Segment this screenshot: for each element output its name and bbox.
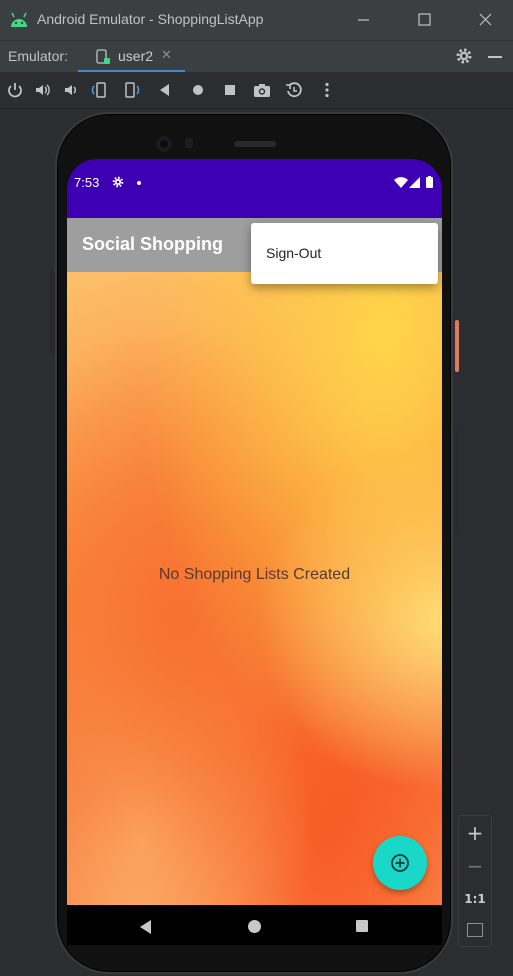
zoom-actual-size-button[interactable]: 1:1: [459, 892, 491, 906]
snapshot-icon[interactable]: [285, 81, 303, 99]
nav-back-icon[interactable]: [140, 920, 151, 934]
minimize-window-button[interactable]: [350, 8, 376, 32]
nav-home-icon[interactable]: [248, 920, 261, 933]
rotate-left-icon[interactable]: [90, 81, 108, 99]
emulator-label: Emulator:: [8, 48, 68, 64]
tab-user2[interactable]: user2 ✕: [78, 41, 185, 73]
rotate-right-icon[interactable]: [123, 81, 141, 99]
back-icon[interactable]: [156, 81, 174, 99]
status-time: 7:53: [74, 175, 100, 190]
gear-icon[interactable]: [455, 47, 473, 65]
close-window-button[interactable]: [472, 8, 498, 32]
navigation-bar: [67, 905, 442, 945]
screenshot-icon[interactable]: [253, 81, 271, 99]
overview-icon[interactable]: [221, 81, 239, 99]
emulator-tab-row: Emulator: user2 ✕: [0, 40, 513, 73]
power-side-button[interactable]: [455, 320, 459, 372]
maximize-icon: [418, 13, 431, 26]
window-title: Android Emulator - ShoppingListApp: [37, 11, 264, 27]
overflow-menu: Sign-Out: [251, 223, 438, 284]
add-circle-icon: [391, 854, 409, 872]
volume-down-icon[interactable]: [62, 81, 80, 99]
device-icon: [96, 49, 110, 64]
hide-panel-icon[interactable]: [488, 56, 502, 58]
left-side-button: [50, 270, 54, 355]
maximize-window-button[interactable]: [411, 8, 437, 32]
notification-dot: [137, 181, 141, 185]
sensor: [185, 138, 193, 148]
window-title-bar: Android Emulator - ShoppingListApp: [0, 0, 513, 40]
minimize-icon: [358, 19, 369, 21]
close-tab-icon[interactable]: ✕: [161, 48, 172, 63]
shopping-lists-content: No Shopping Lists Created: [67, 272, 442, 905]
front-camera-icon: [156, 136, 172, 152]
status-bar: 7:53: [67, 159, 442, 218]
close-icon: [479, 13, 492, 26]
emulator-toolbar: [0, 72, 513, 109]
earpiece-speaker: [234, 141, 276, 147]
menu-item-sign-out[interactable]: Sign-Out: [266, 245, 321, 261]
system-status-icons: [394, 176, 433, 188]
add-list-fab-button[interactable]: [373, 836, 427, 890]
volume-side-button[interactable]: [455, 430, 459, 535]
zoom-in-button[interactable]: +: [459, 821, 491, 845]
power-icon[interactable]: [6, 81, 24, 99]
app-title: Social Shopping: [82, 234, 224, 254]
android-icon: [11, 12, 27, 27]
zoom-fit-icon[interactable]: [467, 923, 483, 937]
empty-state-message: No Shopping Lists Created: [158, 566, 351, 583]
tab-label: user2: [118, 48, 154, 64]
zoom-out-button[interactable]: −: [459, 854, 491, 878]
more-icon[interactable]: [318, 81, 336, 99]
zoom-controls: + − 1:1: [458, 815, 492, 947]
settings-notification-icon: [112, 176, 124, 188]
volume-up-icon[interactable]: [34, 81, 52, 99]
nav-recents-icon[interactable]: [356, 920, 368, 932]
home-icon[interactable]: [189, 81, 207, 99]
